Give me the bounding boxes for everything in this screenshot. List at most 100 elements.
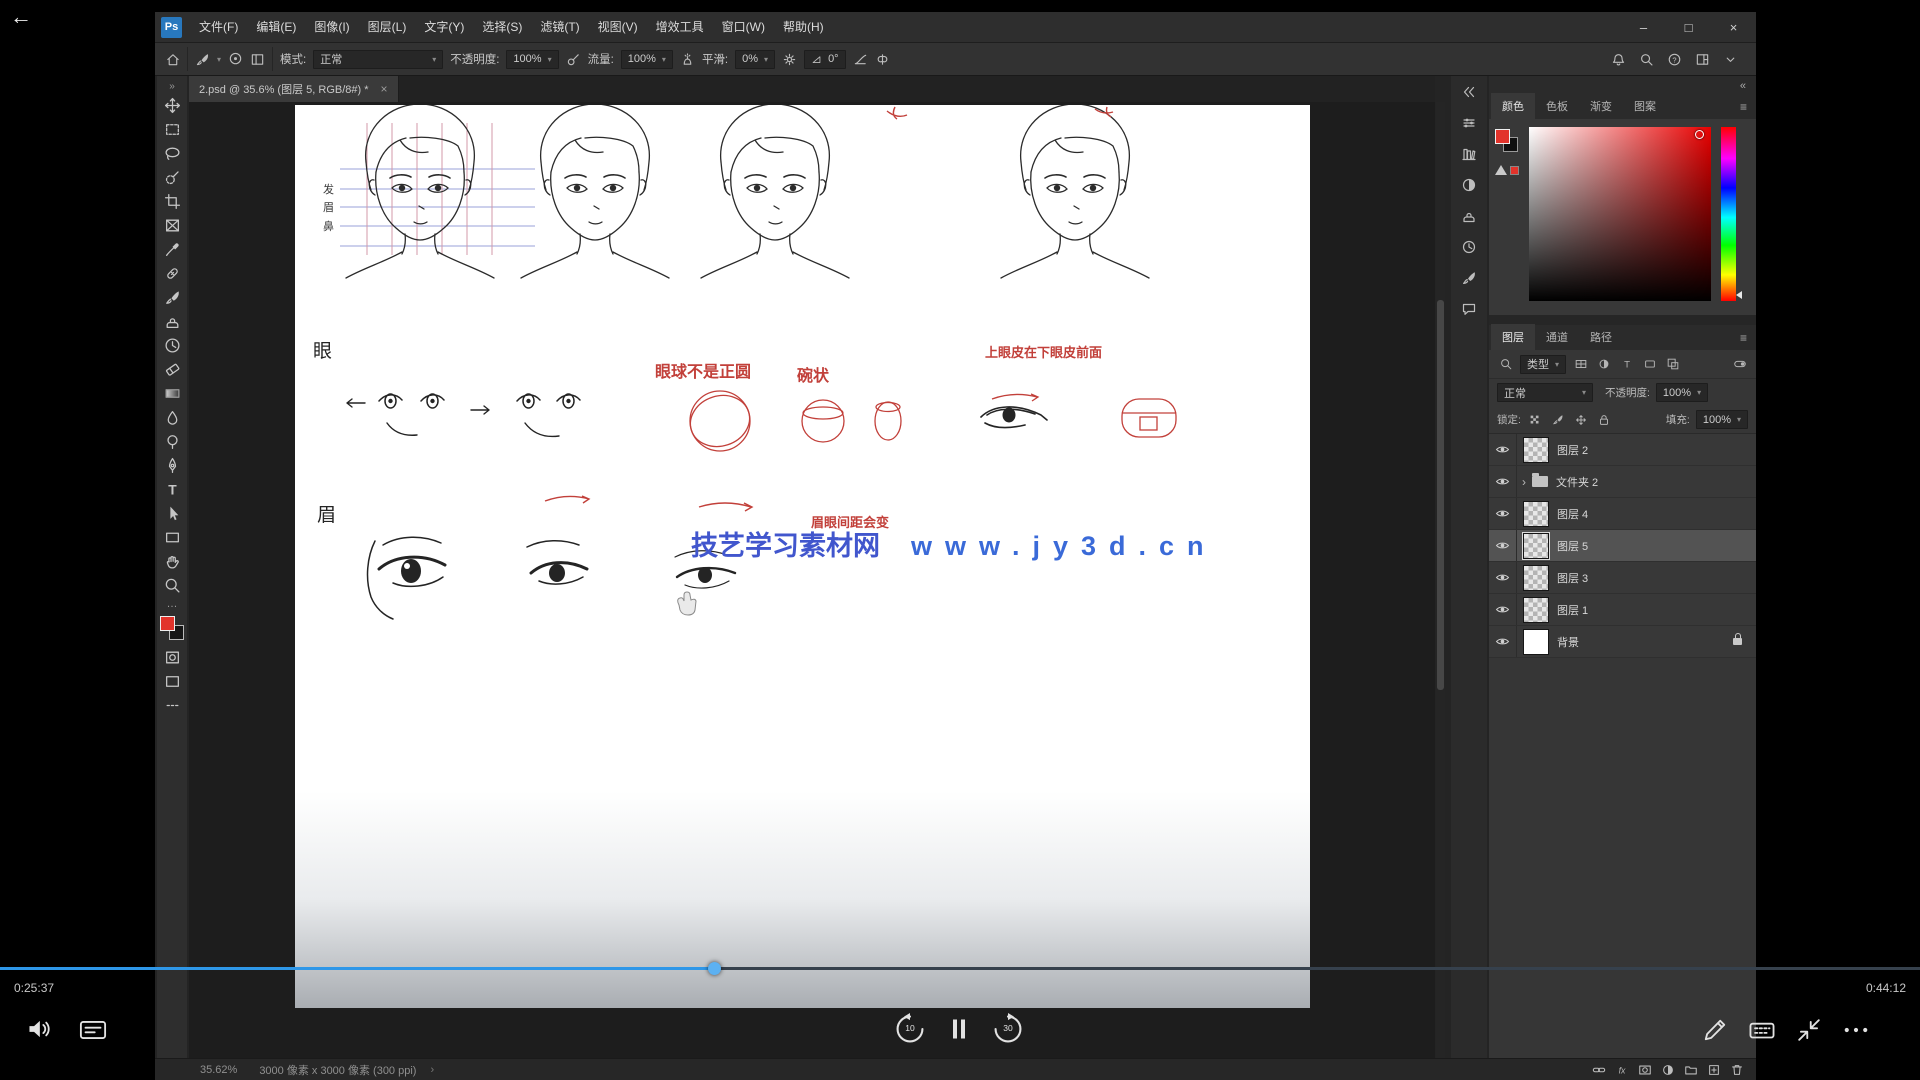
tool-blur[interactable] [158,405,186,429]
subtitle-button[interactable] [78,1015,108,1045]
tool-shape[interactable] [158,525,186,549]
layer-fill-select[interactable]: 100% ▾ [1696,410,1748,429]
layer-row-selected[interactable]: 图层 5 [1489,530,1756,562]
tool-history-brush[interactable] [158,333,186,357]
brush-settings-icon[interactable] [1458,267,1480,289]
scrollbar-thumb[interactable] [1437,300,1444,690]
back-button[interactable]: ← [10,4,32,30]
menu-help[interactable]: 帮助(H) [774,12,833,42]
progress-bar[interactable] [0,967,1920,970]
collapse-panels-icon[interactable]: « [1740,80,1746,92]
tool-pen[interactable] [158,453,186,477]
layer-thumbnail[interactable] [1523,565,1549,591]
saturation-brightness-picker[interactable] [1529,127,1711,301]
tool-zoom[interactable] [158,573,186,597]
toolbar-collapse-icon[interactable]: » [169,80,175,93]
tool-clone-stamp[interactable] [158,309,186,333]
volume-button[interactable] [26,1014,56,1044]
tool-quick-select[interactable] [158,165,186,189]
filter-smart-object-icon[interactable] [1664,356,1681,373]
layer-filter-select[interactable]: 类型 ▾ [1520,355,1566,374]
menu-filter[interactable]: 滤镜(T) [531,12,588,42]
tool-move[interactable] [158,93,186,117]
tool-hand[interactable] [158,549,186,573]
tool-path-select[interactable] [158,501,186,525]
layer-mask-icon[interactable] [1638,1063,1652,1077]
layer-search-icon[interactable] [1497,356,1514,373]
tool-lasso[interactable] [158,141,186,165]
visibility-eye-icon[interactable] [1489,530,1517,561]
pressure-size-icon[interactable] [853,52,868,67]
clone-source-panel-icon[interactable] [1458,205,1480,227]
more-options-button[interactable] [1841,1015,1871,1045]
adjustment-layer-icon[interactable] [1661,1063,1675,1077]
new-layer-icon[interactable] [1707,1063,1721,1077]
tool-eraser[interactable] [158,357,186,381]
edit-toolbar-icon[interactable] [158,693,186,717]
visibility-eye-icon[interactable] [1489,626,1517,657]
maximize-button[interactable]: □ [1666,12,1711,42]
menu-image[interactable]: 图像(I) [305,12,358,42]
help-icon[interactable]: ? [1667,52,1682,67]
gamut-color-chip[interactable] [1510,166,1519,175]
opacity-select[interactable]: 100% ▾ [506,50,558,69]
delete-layer-icon[interactable] [1730,1063,1744,1077]
comments-panel-icon[interactable] [1458,298,1480,320]
layer-thumbnail[interactable] [1523,533,1549,559]
layer-thumbnail[interactable] [1523,597,1549,623]
flow-select[interactable]: 100% ▾ [621,50,673,69]
gamut-warning-icon[interactable] [1495,165,1507,175]
background-layer-row[interactable]: 背景 [1489,626,1756,658]
document-tab[interactable]: 2.psd @ 35.6% (图层 5, RGB/8#) * × [189,76,399,102]
menu-file[interactable]: 文件(F) [190,12,247,42]
lock-all-icon[interactable] [1596,411,1613,428]
layer-blend-mode-select[interactable]: 正常 ▾ [1497,383,1593,402]
zoom-level[interactable]: 35.62% [200,1064,237,1076]
tab-paths[interactable]: 路径 [1579,324,1623,350]
gear-icon[interactable] [782,52,797,67]
menu-view[interactable]: 视图(V) [589,12,647,42]
airbrush-icon[interactable] [680,52,695,67]
lock-pixels-icon[interactable] [1550,411,1567,428]
tab-swatches[interactable]: 色板 [1535,93,1579,119]
visibility-eye-icon[interactable] [1489,562,1517,593]
filter-pixel-icon[interactable] [1572,356,1589,373]
exit-fullscreen-button[interactable] [1794,1015,1824,1045]
layer-thumbnail[interactable] [1523,501,1549,527]
layer-effects-icon[interactable]: fx [1615,1063,1629,1077]
playback-settings-button[interactable] [1747,1015,1777,1045]
menu-window[interactable]: 窗口(W) [713,12,774,42]
vertical-scrollbar[interactable] [1436,102,1445,1058]
visibility-eye-icon[interactable] [1489,434,1517,465]
tab-close-icon[interactable]: × [381,82,388,96]
status-chevron-icon[interactable]: › [430,1064,434,1076]
foreground-color-swatch[interactable] [160,616,175,631]
brush-angle-input[interactable]: 0° [804,50,846,69]
brush-tool-preset-icon[interactable] [195,52,210,67]
chevron-down-icon[interactable] [1723,52,1738,67]
tool-crop[interactable] [158,189,186,213]
pause-button[interactable] [946,1016,972,1042]
adjustments-panel-icon[interactable] [1458,174,1480,196]
visibility-eye-icon[interactable] [1489,466,1517,497]
home-icon[interactable] [165,52,180,67]
pressure-opacity-icon[interactable] [566,52,581,67]
rewind-10-button[interactable]: 10 [893,1012,927,1046]
layer-thumbnail[interactable] [1523,629,1549,655]
layer-row[interactable]: 图层 4 [1489,498,1756,530]
tool-frame[interactable] [158,213,186,237]
layer-group-row[interactable]: › 文件夹 2 [1489,466,1756,498]
hue-slider[interactable] [1721,127,1736,301]
history-panel-icon[interactable] [1458,236,1480,258]
hue-slider-marker[interactable] [1736,291,1742,299]
close-button[interactable]: × [1711,12,1756,42]
tab-patterns[interactable]: 图案 [1623,93,1667,119]
tool-healing-brush[interactable] [158,261,186,285]
color-picker-cursor[interactable] [1695,130,1704,139]
filter-toggle-icon[interactable] [1731,356,1748,373]
blend-mode-select[interactable]: 正常 ▾ [313,50,443,69]
lock-transparency-icon[interactable] [1527,411,1544,428]
foreground-color-swatch[interactable] [1495,129,1510,144]
visibility-eye-icon[interactable] [1489,594,1517,625]
tab-color[interactable]: 颜色 [1491,93,1535,119]
